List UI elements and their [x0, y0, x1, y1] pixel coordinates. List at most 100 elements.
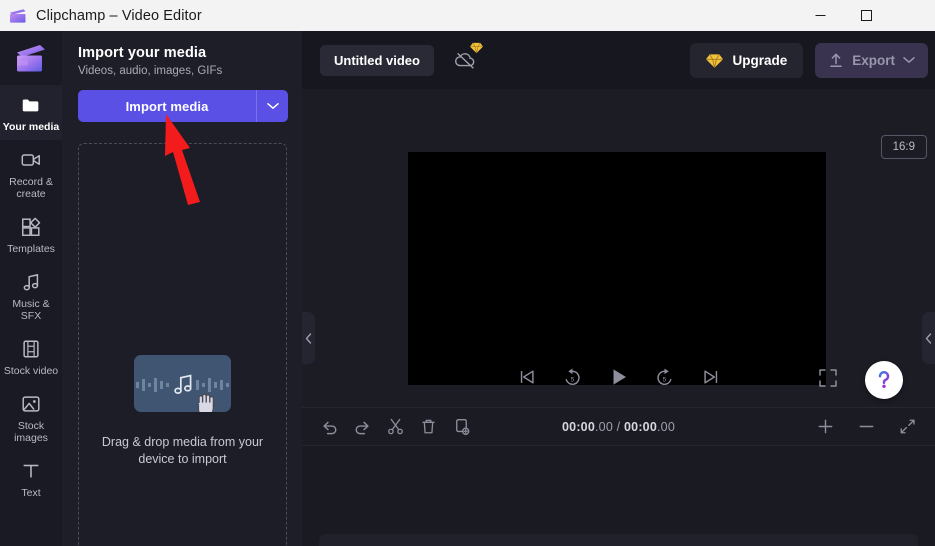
video-camera-icon [20, 149, 42, 171]
forward-5-icon: 5 [654, 367, 675, 388]
sidebar-item-label: Stock images [2, 420, 60, 444]
clipchamp-logo-icon [8, 37, 54, 81]
diamond-icon [470, 41, 483, 54]
clapperboard-icon [9, 8, 27, 24]
media-dropzone[interactable]: Drag & drop media from your device to im… [78, 143, 287, 546]
skip-next-icon [701, 367, 721, 387]
skip-to-start-button[interactable] [514, 364, 540, 390]
chevron-left-icon [305, 333, 312, 344]
skip-previous-icon [517, 367, 537, 387]
cloud-status-button[interactable] [453, 47, 479, 73]
close-button[interactable] [889, 0, 935, 31]
timeline-body[interactable] [302, 446, 935, 546]
sidebar-item-label: Record & create [2, 176, 60, 200]
help-button[interactable] [865, 361, 903, 399]
sidebar-item-your-media[interactable]: Your media [0, 85, 62, 140]
skip-to-end-button[interactable] [698, 364, 724, 390]
project-name-button[interactable]: Untitled video [320, 45, 434, 76]
sidebar-item-label: Your media [3, 121, 59, 133]
video-canvas[interactable] [408, 152, 826, 385]
sidebar-item-label: Music & SFX [2, 298, 60, 322]
import-media-button[interactable]: Import media [78, 90, 256, 122]
duplicate-icon [452, 417, 471, 436]
fit-to-screen-icon [898, 417, 917, 436]
minimize-button[interactable] [797, 0, 843, 31]
timeline-zoom-controls [798, 413, 921, 440]
rewind-5-icon: 5 [562, 367, 583, 388]
zoom-in-button[interactable] [812, 413, 839, 440]
delete-button[interactable] [415, 413, 442, 440]
text-icon [20, 460, 42, 482]
film-strip-icon [20, 338, 42, 360]
duplicate-button[interactable] [448, 413, 475, 440]
timecode-separator: / [613, 420, 624, 434]
timeline-toolbar: 00:00.00 / 00:00.00 [302, 407, 935, 446]
sidebar-item-label: Stock video [4, 365, 58, 377]
aspect-ratio-button[interactable]: 16:9 [881, 135, 927, 159]
sidebar-item-text[interactable]: Text [0, 451, 62, 506]
forward-5s-button[interactable]: 5 [652, 364, 678, 390]
dropzone-label: Drag & drop media from your device to im… [93, 434, 273, 468]
svg-text:5: 5 [571, 376, 575, 383]
svg-text:5: 5 [663, 376, 667, 383]
trash-icon [419, 417, 438, 436]
chevron-down-icon [903, 56, 915, 64]
music-note-icon [20, 271, 42, 293]
question-mark-icon [873, 369, 895, 391]
chevron-left-icon [925, 333, 932, 344]
total-time: 00:00 [624, 420, 657, 434]
sidebar-item-label: Text [21, 487, 40, 499]
upgrade-button[interactable]: Upgrade [690, 43, 803, 78]
upload-arrow-icon [828, 52, 844, 69]
undo-button[interactable] [316, 413, 343, 440]
window-titlebar: Clipchamp – Video Editor [0, 0, 935, 31]
undo-icon [320, 417, 339, 436]
redo-button[interactable] [349, 413, 376, 440]
clipchamp-window: Clipchamp – Video Editor [0, 0, 935, 546]
dropzone-media-card [134, 355, 231, 412]
sidebar-item-templates[interactable]: Templates [0, 207, 62, 262]
import-media-dropdown-button[interactable] [256, 90, 288, 122]
image-icon [20, 393, 42, 415]
sidebar-item-stock-video[interactable]: Stock video [0, 329, 62, 384]
window-title: Clipchamp – Video Editor [36, 8, 202, 24]
current-frames: .00 [595, 420, 613, 434]
sidebar-item-record-create[interactable]: Record & create [0, 140, 62, 207]
play-button[interactable] [606, 364, 632, 390]
minus-icon [857, 417, 876, 436]
rewind-5s-button[interactable]: 5 [560, 364, 586, 390]
minimize-icon [815, 10, 826, 21]
chevron-down-icon [267, 102, 279, 110]
sidebar-item-music-sfx[interactable]: Music & SFX [0, 262, 62, 329]
play-icon [608, 366, 630, 388]
redo-icon [353, 417, 372, 436]
fit-to-screen-button[interactable] [894, 413, 921, 440]
timeline-track[interactable] [319, 534, 918, 546]
sidebar-item-label: Templates [7, 243, 55, 255]
maximize-button[interactable] [843, 0, 889, 31]
maximize-icon [861, 10, 872, 21]
sidebar-item-stock-images[interactable]: Stock images [0, 384, 62, 451]
collapse-media-panel-button[interactable] [302, 312, 315, 364]
editor-area: Untitled video Upgrade [302, 31, 935, 546]
folder-icon [20, 94, 42, 116]
export-button[interactable]: Export [815, 43, 928, 78]
editor-toolbar: Untitled video Upgrade [302, 31, 935, 89]
total-frames: .00 [657, 420, 675, 434]
grabbing-hand-cursor-icon [192, 389, 222, 412]
media-panel-subtitle: Videos, audio, images, GIFs [78, 65, 288, 77]
fullscreen-button[interactable] [817, 368, 839, 390]
scissors-icon [386, 417, 405, 436]
current-time: 00:00 [562, 420, 595, 434]
zoom-out-button[interactable] [853, 413, 880, 440]
export-label: Export [852, 53, 895, 68]
preview-area: 16:9 5 [302, 89, 935, 407]
split-button[interactable] [382, 413, 409, 440]
playback-controls: 5 5 [302, 357, 935, 397]
collapse-right-panel-button[interactable] [922, 312, 935, 364]
templates-icon [20, 216, 42, 238]
upgrade-label: Upgrade [732, 53, 787, 68]
media-panel-title: Import your media [78, 45, 288, 61]
sidebar: Your media Record & create Templates [0, 31, 62, 546]
fullscreen-icon [818, 368, 838, 388]
